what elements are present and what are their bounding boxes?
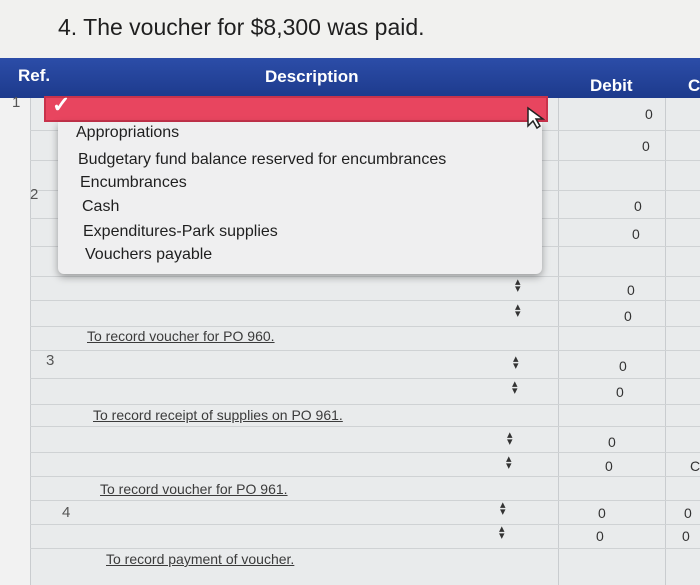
- dropdown-option[interactable]: Vouchers payable: [85, 246, 212, 264]
- row-divider: [30, 426, 700, 427]
- debit-value[interactable]: 0: [627, 282, 635, 298]
- ref-number-2: 2: [30, 186, 39, 203]
- row-divider: [30, 404, 700, 405]
- ref-number-4: 4: [62, 504, 71, 521]
- row-divider: [30, 326, 700, 327]
- debit-value[interactable]: 0: [642, 138, 650, 154]
- row-divider: [30, 500, 700, 501]
- header-debit: Debit: [590, 76, 633, 95]
- memo-link[interactable]: To record receipt of supplies on PO 961.: [93, 407, 343, 423]
- up-down-arrow-icon[interactable]: ▴ ▾: [500, 500, 506, 518]
- dropdown-option[interactable]: Appropriations: [76, 124, 179, 142]
- up-down-arrow-icon[interactable]: ▴ ▾: [513, 354, 519, 372]
- row-divider: [30, 300, 700, 301]
- dropdown-option[interactable]: Budgetary fund balance reserved for encu…: [78, 151, 446, 169]
- debit-value[interactable]: 0: [634, 198, 642, 214]
- column-divider-debit: [558, 98, 559, 585]
- debit-value[interactable]: 0: [645, 106, 653, 122]
- credit-value[interactable]: 0: [682, 528, 690, 544]
- row-divider: [30, 524, 700, 525]
- ref-cell-2: [0, 190, 31, 350]
- memo-link[interactable]: To record voucher for PO 961.: [100, 481, 288, 497]
- memo-link[interactable]: To record voucher for PO 960.: [87, 328, 275, 344]
- row-divider: [30, 548, 700, 549]
- check-icon: ✓: [52, 92, 71, 117]
- ref-number-3: 3: [46, 352, 55, 369]
- debit-value[interactable]: 0: [598, 505, 606, 521]
- debit-value[interactable]: 0: [624, 308, 632, 324]
- up-down-arrow-icon[interactable]: ▴ ▾: [499, 524, 505, 542]
- up-down-arrow-icon[interactable]: ▴ ▾: [506, 454, 512, 472]
- debit-value[interactable]: 0: [619, 358, 627, 374]
- header-description: Description: [265, 67, 359, 86]
- credit-value[interactable]: C: [690, 458, 700, 474]
- memo-link[interactable]: To record payment of voucher.: [106, 551, 294, 567]
- account-dropdown-menu: Appropriations Budgetary fund balance re…: [58, 122, 542, 274]
- debit-value[interactable]: 0: [632, 226, 640, 242]
- up-down-arrow-icon[interactable]: ▴ ▾: [515, 302, 521, 320]
- header-credit: C: [688, 76, 700, 95]
- header-ref: Ref.: [18, 66, 51, 85]
- question-text: 4. The voucher for $8,300 was paid.: [58, 14, 425, 40]
- debit-value[interactable]: 0: [596, 528, 604, 544]
- row-divider: [30, 452, 700, 453]
- ref-cell-4: [0, 500, 31, 585]
- ref-cell-3: [0, 350, 31, 500]
- row-divider: [30, 350, 700, 351]
- dropdown-option[interactable]: Expenditures-Park supplies: [83, 223, 278, 241]
- dropdown-option[interactable]: Cash: [82, 198, 119, 216]
- debit-value[interactable]: 0: [608, 434, 616, 450]
- mouse-pointer-icon: [527, 106, 546, 130]
- up-down-arrow-icon[interactable]: ▴ ▾: [507, 430, 513, 448]
- ref-cell-1: [0, 98, 31, 190]
- row-divider: [30, 276, 700, 277]
- account-dropdown-trigger[interactable]: [44, 96, 548, 122]
- row-divider: [30, 378, 700, 379]
- dropdown-option[interactable]: Encumbrances: [80, 174, 187, 192]
- column-divider-credit: [665, 98, 666, 585]
- up-down-arrow-icon[interactable]: ▴ ▾: [512, 379, 518, 397]
- credit-value[interactable]: 0: [684, 505, 692, 521]
- debit-value[interactable]: 0: [616, 384, 624, 400]
- ref-number-1: 1: [12, 94, 21, 111]
- debit-value[interactable]: 0: [605, 458, 613, 474]
- up-down-arrow-icon[interactable]: ▴ ▾: [515, 277, 521, 295]
- journal-header: Ref. Description Debit C: [0, 58, 700, 98]
- row-divider: [30, 476, 700, 477]
